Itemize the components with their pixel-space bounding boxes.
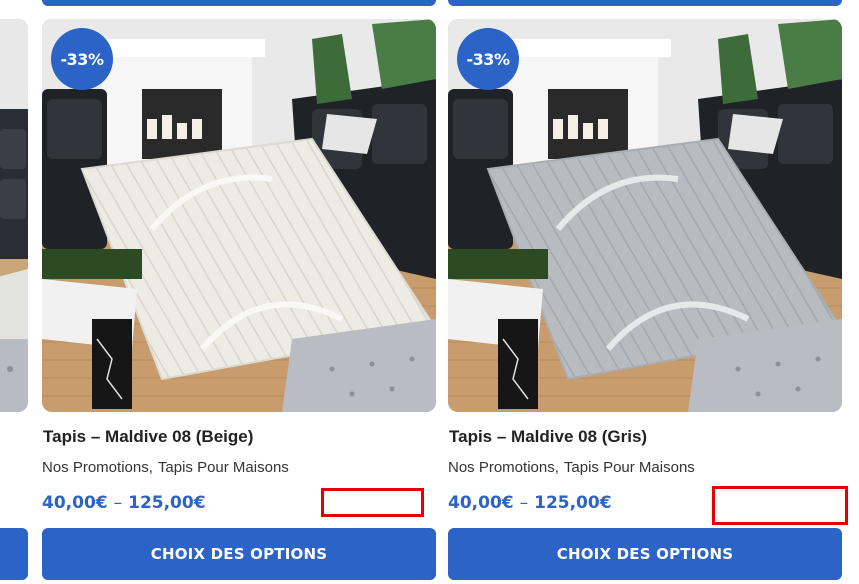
price-max: 125,00€ bbox=[534, 493, 612, 513]
left-card-image-edge[interactable] bbox=[0, 19, 28, 412]
price-separator: – bbox=[519, 493, 529, 513]
product-title[interactable]: Tapis – Maldive 08 (Gris) bbox=[449, 427, 647, 447]
category-link[interactable]: Nos Promotions bbox=[42, 459, 149, 476]
price-max: 125,00€ bbox=[128, 493, 206, 513]
discount-badge: -33% bbox=[51, 28, 113, 90]
category-separator: , bbox=[554, 459, 559, 476]
price-min: 40,00€ bbox=[42, 493, 108, 513]
product-categories: Nos Promotions, Tapis Pour Maisons bbox=[42, 459, 289, 476]
category-link[interactable]: Tapis Pour Maisons bbox=[158, 459, 289, 476]
product-price: 40,00€ –125,00€ bbox=[42, 493, 206, 513]
price-separator: – bbox=[113, 493, 123, 513]
price-min: 40,00€ bbox=[448, 493, 514, 513]
highlight-box bbox=[321, 488, 424, 517]
product-title[interactable]: Tapis – Maldive 08 (Beige) bbox=[43, 427, 253, 447]
previous-row-button-edge[interactable] bbox=[42, 0, 436, 6]
choose-options-button[interactable]: CHOIX DES OPTIONS bbox=[42, 528, 436, 580]
category-link[interactable]: Tapis Pour Maisons bbox=[564, 459, 695, 476]
product-image[interactable]: -33% bbox=[42, 19, 436, 412]
category-separator: , bbox=[148, 459, 153, 476]
highlight-box bbox=[712, 486, 848, 525]
previous-row-button-edge[interactable] bbox=[448, 0, 842, 6]
discount-badge: -33% bbox=[457, 28, 519, 90]
product-image[interactable]: -33% bbox=[448, 19, 842, 412]
product-categories: Nos Promotions, Tapis Pour Maisons bbox=[448, 459, 695, 476]
product-price: 40,00€ –125,00€ bbox=[448, 493, 612, 513]
choose-options-button[interactable]: CHOIX DES OPTIONS bbox=[448, 528, 842, 580]
left-card-option-button-edge[interactable] bbox=[0, 528, 28, 580]
category-link[interactable]: Nos Promotions bbox=[448, 459, 555, 476]
